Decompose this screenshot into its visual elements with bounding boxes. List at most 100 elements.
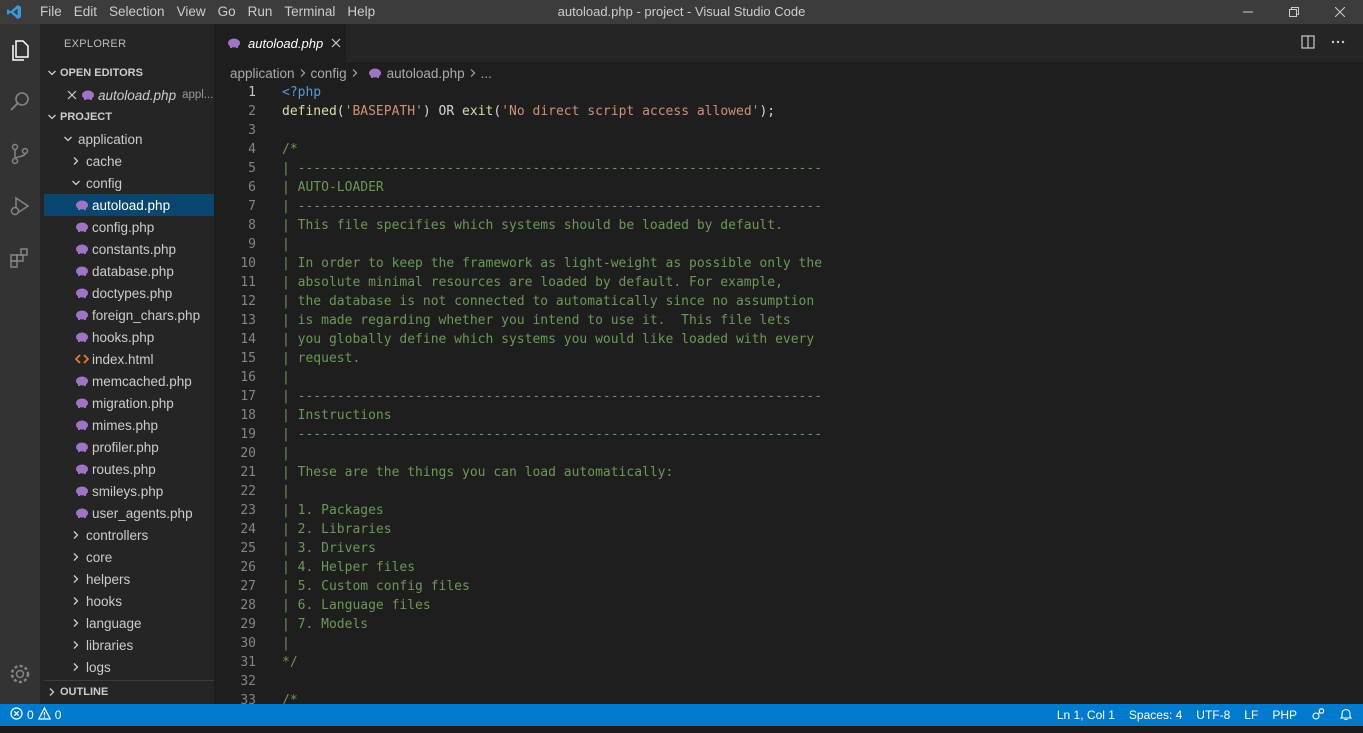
- tree-folder[interactable]: logs: [44, 656, 214, 678]
- tree-file[interactable]: user_agents.php: [44, 502, 214, 524]
- cursor-position[interactable]: Ln 1, Col 1: [1057, 708, 1115, 722]
- chevron-right-icon: [351, 68, 359, 78]
- code-token: | This file specifies which systems shou…: [282, 218, 783, 233]
- tree-folder[interactable]: cache: [44, 150, 214, 172]
- tree-file[interactable]: routes.php: [44, 458, 214, 480]
- minimize-button[interactable]: [1225, 0, 1271, 24]
- php-file-icon: [74, 439, 90, 455]
- close-window-button[interactable]: [1317, 0, 1363, 24]
- tree-file[interactable]: migration.php: [44, 392, 214, 414]
- tree-item-label: cache: [86, 153, 123, 169]
- notifications-bell-icon[interactable]: [1339, 707, 1353, 724]
- chevron-right-icon: [68, 549, 84, 565]
- tab-autoload-php[interactable]: autoload.php: [214, 24, 346, 62]
- tree-item-label: config: [86, 175, 123, 191]
- code-token: |: [282, 636, 290, 651]
- code-token: <?php: [282, 85, 322, 100]
- line-number: 30: [240, 636, 256, 651]
- split-editor-icon[interactable]: [1301, 34, 1315, 52]
- line-number: 5: [248, 161, 256, 176]
- tab-label: autoload.php: [248, 35, 324, 51]
- search-icon[interactable]: [0, 84, 40, 120]
- tree-folder[interactable]: application: [44, 128, 214, 150]
- open-editor-path: appl...: [182, 89, 214, 101]
- tree-file[interactable]: autoload.php: [44, 194, 214, 216]
- tree-folder[interactable]: helpers: [44, 568, 214, 590]
- open-editor-item[interactable]: autoload.php appl...: [44, 84, 214, 106]
- tree-folder[interactable]: libraries: [44, 634, 214, 656]
- chevron-right-icon: [44, 684, 60, 700]
- tree-folder[interactable]: controllers: [44, 524, 214, 546]
- tree-folder[interactable]: core: [44, 546, 214, 568]
- line-number: 9: [248, 237, 256, 252]
- menu-edit[interactable]: Edit: [68, 0, 103, 24]
- tree-file[interactable]: smileys.php: [44, 480, 214, 502]
- menu-run[interactable]: Run: [242, 0, 279, 24]
- line-number: 24: [240, 522, 256, 537]
- menu-terminal[interactable]: Terminal: [278, 0, 341, 24]
- tree-file[interactable]: doctypes.php: [44, 282, 214, 304]
- code-token: |: [282, 370, 290, 385]
- menu-go[interactable]: Go: [212, 0, 242, 24]
- end-of-line[interactable]: LF: [1244, 708, 1258, 722]
- feedback-icon[interactable]: [1311, 707, 1325, 724]
- open-editor-name: autoload.php: [98, 87, 177, 103]
- open-editors-header[interactable]: OPEN EDITORS: [44, 62, 214, 84]
- line-number: 33: [240, 693, 256, 704]
- menu-view[interactable]: View: [171, 0, 212, 24]
- run-debug-icon[interactable]: [0, 188, 40, 224]
- settings-gear-icon[interactable]: [0, 656, 40, 692]
- breadcrumb-item[interactable]: config: [311, 66, 347, 81]
- menu-help[interactable]: Help: [341, 0, 381, 24]
- more-actions-icon[interactable]: [1331, 35, 1345, 52]
- project-header[interactable]: PROJECT: [44, 106, 214, 128]
- tree-folder[interactable]: hooks: [44, 590, 214, 612]
- breadcrumb-item[interactable]: autoload.php: [387, 66, 465, 81]
- menu-file[interactable]: File: [34, 0, 68, 24]
- outline-header[interactable]: OUTLINE: [44, 680, 214, 703]
- tree-file[interactable]: database.php: [44, 260, 214, 282]
- code-token: | 5. Custom config files: [282, 579, 470, 594]
- line-number: 21: [240, 465, 256, 480]
- tree-folder[interactable]: config: [44, 172, 214, 194]
- code-token: (: [336, 104, 345, 119]
- explorer-icon[interactable]: [0, 32, 40, 68]
- tree-file[interactable]: profiler.php: [44, 436, 214, 458]
- indentation[interactable]: Spaces: 4: [1129, 708, 1182, 722]
- source-control-icon[interactable]: [0, 136, 40, 172]
- tree-folder[interactable]: language: [44, 612, 214, 634]
- tree-file[interactable]: foreign_chars.php: [44, 304, 214, 326]
- code-token: | These are the things you can load auto…: [282, 465, 674, 480]
- tree-file[interactable]: mimes.php: [44, 414, 214, 436]
- chevron-right-icon: [469, 68, 477, 78]
- restore-button[interactable]: [1271, 0, 1317, 24]
- tree-file[interactable]: index.html: [44, 348, 214, 370]
- php-file-icon: [367, 65, 383, 81]
- extensions-icon[interactable]: [0, 240, 40, 276]
- code-editor[interactable]: 1 <?php 2 defined('BASEPATH') OR exit('No d…: [214, 84, 1363, 704]
- line-number: 22: [240, 484, 256, 499]
- open-editors-label: OPEN EDITORS: [60, 67, 143, 79]
- line-number: 10: [240, 256, 256, 271]
- tree-item-label: user_agents.php: [92, 505, 193, 521]
- php-file-icon: [74, 307, 90, 323]
- close-icon[interactable]: [64, 87, 80, 103]
- breadcrumb-item[interactable]: application: [230, 66, 295, 81]
- line-number: 2: [248, 104, 256, 119]
- line-number: 29: [240, 617, 256, 632]
- tree-item-label: hooks.php: [92, 329, 155, 345]
- tree-file[interactable]: constants.php: [44, 238, 214, 260]
- line-number: 19: [240, 427, 256, 442]
- tree-file[interactable]: config.php: [44, 216, 214, 238]
- language-mode[interactable]: PHP: [1272, 708, 1297, 722]
- encoding[interactable]: UTF-8: [1196, 708, 1230, 722]
- tree-file[interactable]: hooks.php: [44, 326, 214, 348]
- tree-file[interactable]: memcached.php: [44, 370, 214, 392]
- menu-selection[interactable]: Selection: [103, 0, 171, 24]
- problems-indicator[interactable]: 0 0: [0, 706, 61, 723]
- tab-close-icon[interactable]: [331, 35, 341, 51]
- tree-item-label: index.html: [92, 351, 154, 367]
- line-number: 27: [240, 579, 256, 594]
- file-tree: application cache config autoload.php config…: [44, 128, 214, 678]
- breadcrumb-item[interactable]: ...: [481, 66, 492, 81]
